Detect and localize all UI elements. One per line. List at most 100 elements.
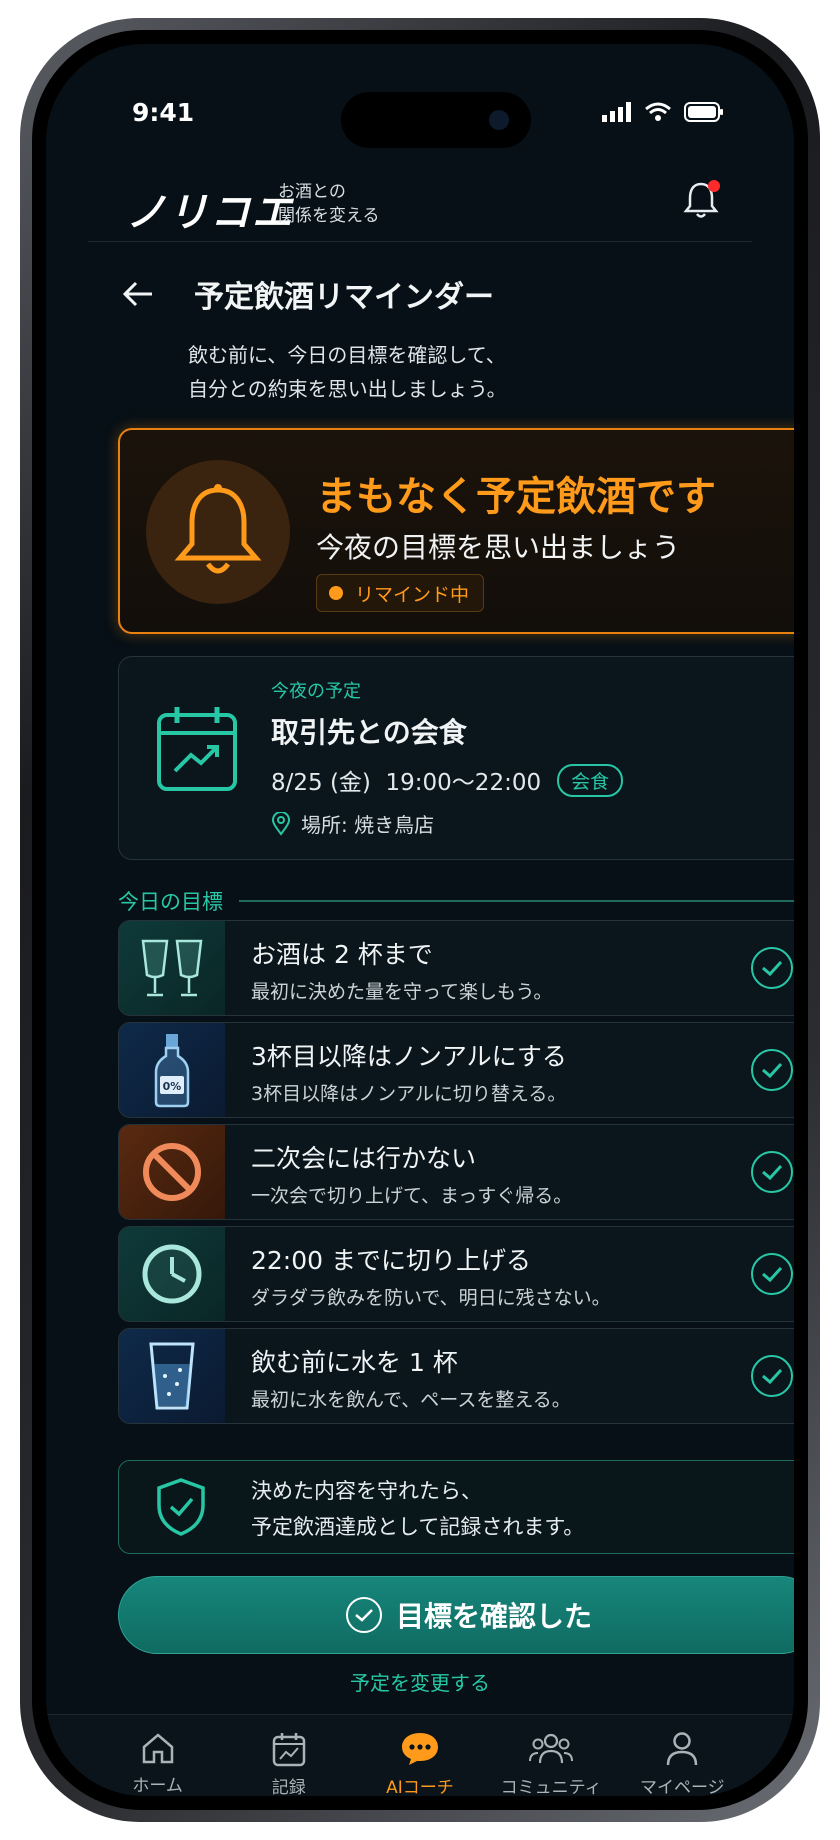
tab-community-label: コミュニティ [500,1778,602,1796]
reminder-badge-label: リマインド中 [355,583,470,606]
tagline-line-2: 関係を変える [278,206,380,226]
clock-icon [142,1244,202,1304]
tab-records[interactable]: 記録 [234,1715,344,1796]
goal-description: 最初に決めた量を守って楽しもう。 [251,981,553,1003]
alarm-bell-icon [174,484,262,574]
tab-records-label: 記録 [271,1778,306,1796]
goal-check-button[interactable] [751,947,793,989]
status-dot-icon [329,586,343,600]
water-glass-icon [149,1342,195,1410]
tab-mypage[interactable]: マイページ [627,1715,737,1796]
bottom-tab-bar: ホーム 記録 AIコーチ コミュニティ マイページ [46,1714,794,1796]
app-logo[interactable]: ノリコエ [126,180,294,238]
tab-ai-coach-label: AIコーチ [386,1778,454,1796]
goal-title: 3杯目以降はノンアルにする [251,1042,567,1071]
bottle-label: 0% [163,1080,182,1093]
community-icon [529,1733,574,1764]
phone-bezel: 9:41 ノリコエ お酒との 関係を変える 予定飲酒リマインダー 飲む前に、今日… [32,30,808,1810]
check-icon [762,1266,783,1283]
event-title: 取引先との会食 [271,716,467,749]
goal-item[interactable]: お酒は 2 杯まで 最初に決めた量を守って楽しもう。 [118,920,794,1016]
status-icons [602,102,724,122]
chat-bubble-icon [401,1733,438,1765]
event-card[interactable]: 今夜の予定 取引先との会食 8/25 (金) 19:00〜22:00 会食 場所… [118,656,794,860]
goal-title: 飲む前に水を 1 杯 [251,1348,458,1377]
goal-description: 最初に水を飲んで、ペースを整える。 [251,1389,571,1411]
home-icon [142,1733,173,1764]
page-title: 予定飲酒リマインダー [194,280,494,315]
event-category-tag: 会食 [557,763,624,797]
goal-title: 二次会には行かない [251,1144,477,1173]
page-subtitle: 飲む前に、今日の目標を確認して、 自分との約束を思い出しましょう。 [188,338,507,406]
tab-mypage-label: マイページ [640,1778,725,1796]
reminder-subtitle: 今夜の目標を思い出ましょう [316,531,681,564]
goal-item[interactable]: 0% 3杯目以降はノンアルにする 3杯目以降はノンアルに切り替える。 [118,1022,794,1118]
bottle-0-percent-icon: 0% [154,1034,190,1108]
goals-heading: 今日の目標 [118,886,794,916]
goal-description: 3杯目以降はノンアルに切り替える。 [251,1083,567,1105]
glasses-icon [141,939,203,997]
calendar-chart-icon [272,1733,306,1767]
change-schedule-link[interactable]: 予定を変更する [46,1667,794,1696]
goal-check-button[interactable] [751,1049,793,1091]
goal-check-button[interactable] [751,1355,793,1397]
reminder-icon-circle [146,460,290,604]
event-place: 場所: 焼き鳥店 [301,813,435,837]
calendar-trend-icon [157,707,237,791]
dynamic-island [341,92,531,148]
app-screen: 9:41 ノリコエ お酒との 関係を変える 予定飲酒リマインダー 飲む前に、今日… [46,44,794,1796]
achievement-info-card: 決めた内容を守れたら、 予定飲酒達成として記録されます。 [118,1460,794,1554]
goal-item[interactable]: 飲む前に水を 1 杯 最初に水を飲んで、ペースを整える。 [118,1328,794,1424]
cellular-signal-icon [602,102,631,122]
goal-item[interactable]: 二次会には行かない 一次会で切り上げて、まっすぐ帰る。 [118,1124,794,1220]
app-tagline: お酒との 関係を変える [278,180,380,228]
subtitle-line-1: 飲む前に、今日の目標を確認して、 [188,343,506,367]
user-icon [667,1732,698,1766]
app-header: ノリコエ お酒との 関係を変える [88,162,752,242]
goal-item[interactable]: 22:00 までに切り上げる ダラダラ飲みを防いで、明日に残さない。 [118,1226,794,1322]
subtitle-line-2: 自分との約束を思い出しましょう。 [188,377,507,401]
event-datetime: 8/25 (金) 19:00〜22:00 [271,770,542,796]
camera-icon [489,110,509,130]
check-icon [762,960,783,977]
goal-thumb [119,921,225,1015]
shield-check-icon [157,1478,205,1536]
event-datetime-row: 8/25 (金) 19:00〜22:00 会食 [271,763,624,797]
goal-thumb: 0% [119,1023,225,1117]
goal-title: お酒は 2 杯まで [251,940,433,969]
confirm-button-label: 目標を確認した [395,1600,592,1633]
goal-thumb [119,1227,225,1321]
goal-thumb [119,1329,225,1423]
phone-frame: 9:41 ノリコエ お酒との 関係を変える 予定飲酒リマインダー 飲む前に、今日… [20,18,820,1822]
reminder-status-badge: リマインド中 [316,574,485,612]
location-pin-icon [271,811,291,836]
tab-ai-coach[interactable]: AIコーチ [365,1715,475,1796]
check-circle-icon [345,1597,382,1633]
notification-button[interactable] [682,180,722,220]
back-arrow-icon[interactable] [118,274,158,314]
reminder-card: まもなく予定飲酒です 今夜の目標を思い出ましょう リマインド中 [118,428,794,634]
info-line-1: 決めた内容を守れたら、 [251,1479,482,1503]
goal-title: 22:00 までに切り上げる [251,1246,531,1275]
achievement-info-text: 決めた内容を守れたら、 予定飲酒達成として記録されます。 [251,1473,584,1545]
tagline-line-1: お酒との [278,182,346,202]
wifi-icon [645,102,671,121]
check-icon [762,1062,783,1079]
info-line-2: 予定飲酒達成として記録されます。 [251,1515,585,1539]
goal-check-button[interactable] [751,1151,793,1193]
battery-icon [684,102,723,122]
tab-community[interactable]: コミュニティ [496,1715,606,1796]
tab-home[interactable]: ホーム [103,1715,213,1796]
event-place-row: 場所: 焼き鳥店 [271,809,434,838]
goal-description: ダラダラ飲みを防いで、明日に残さない。 [251,1287,611,1309]
notification-badge [708,180,720,192]
prohibited-icon [143,1143,201,1201]
reminder-title: まもなく予定飲酒です [316,474,716,520]
goal-thumb [119,1125,225,1219]
goal-description: 一次会で切り上げて、まっすぐ帰る。 [251,1185,573,1207]
goal-check-button[interactable] [751,1253,793,1295]
title-row: 予定飲酒リマインダー [118,272,494,316]
confirm-goals-button[interactable]: 目標を確認した [118,1576,794,1654]
event-kicker: 今夜の予定 [271,681,361,702]
status-time: 9:41 [132,98,195,127]
